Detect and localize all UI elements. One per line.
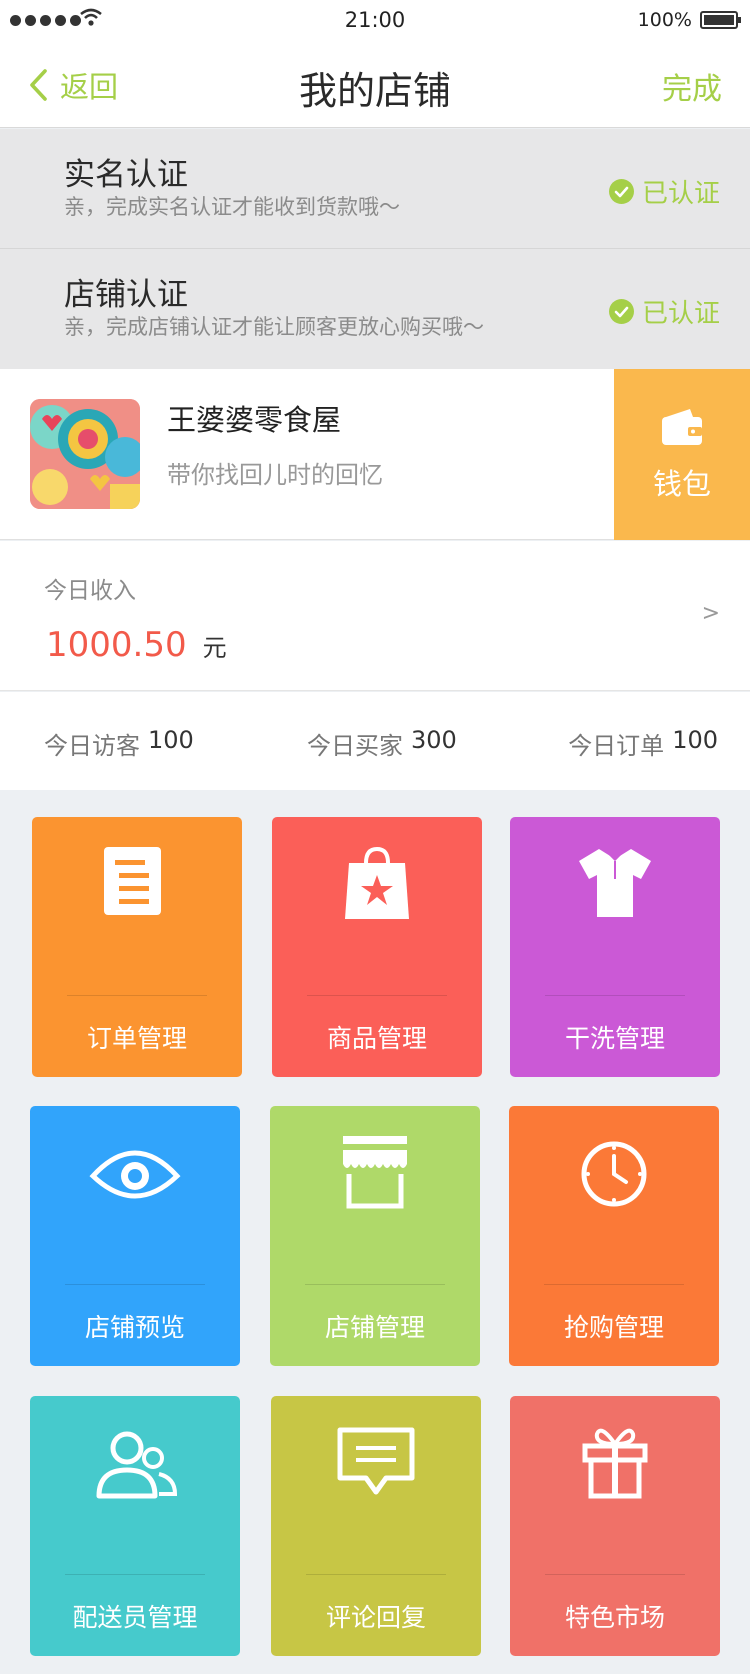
stat-orders: 今日订单 100 [568, 726, 718, 761]
tile-divider [65, 1574, 205, 1575]
tile-shop-management[interactable]: 店铺管理 [270, 1106, 480, 1366]
tile-label: 订单管理 [86, 1024, 187, 1053]
status-bar: 21:00 100% [0, 0, 750, 42]
today-income-row[interactable]: 今日收入 1000.50 元 > [0, 541, 750, 691]
shop-name: 王婆婆零食屋 [167, 403, 342, 437]
income-value: 1000.50 元 [46, 625, 227, 665]
cert-title: 实名认证 [64, 157, 188, 193]
stat-label: 今日买家 [307, 732, 403, 760]
cert-desc: 亲，完成店铺认证才能让顾客更放心购买哦～ [64, 315, 484, 339]
shop-slogan: 带你找回儿时的回忆 [167, 461, 383, 489]
tile-label: 店铺预览 [84, 1313, 185, 1342]
done-button[interactable]: 完成 [662, 64, 722, 108]
tile-specialty-market[interactable]: 特色市场 [510, 1396, 720, 1656]
tile-product-management[interactable]: 商品管理 [272, 817, 482, 1077]
order-list-icon [104, 847, 161, 915]
cert-status: 已认证 [608, 173, 720, 210]
cert-title: 店铺认证 [64, 277, 188, 313]
chevron-left-icon [30, 69, 47, 101]
storefront-icon [343, 1136, 407, 1209]
stat-label: 今日订单 [568, 732, 665, 760]
back-button[interactable]: 返回 [28, 62, 118, 108]
shop-info-card: 王婆婆零食屋 带你找回儿时的回忆 钱包 [0, 369, 750, 540]
tile-divider [307, 995, 447, 996]
tile-divider [305, 1284, 445, 1285]
tile-divider [306, 1574, 446, 1575]
stat-buyers: 今日买家 300 [307, 726, 457, 761]
stat-value: 300 [411, 726, 457, 754]
battery-icon [700, 11, 741, 29]
back-label: 返回 [60, 70, 119, 104]
real-name-certification-row[interactable]: 实名认证 亲，完成实名认证才能收到货款哦～ 已认证 [0, 129, 750, 249]
shop-certification-row[interactable]: 店铺认证 亲，完成店铺认证才能让顾客更放心购买哦～ 已认证 [0, 249, 750, 369]
check-circle-icon [608, 299, 634, 324]
tile-divider [545, 995, 685, 996]
wallet-label: 钱包 [652, 466, 711, 501]
tile-label: 干洗管理 [564, 1024, 665, 1053]
users-icon [96, 1431, 178, 1499]
tile-divider [545, 1574, 685, 1575]
shopping-bag-icon [345, 847, 409, 919]
tile-label: 商品管理 [326, 1024, 427, 1053]
nav-bar: 返回 我的店铺 完成 [0, 42, 750, 128]
tile-divider [544, 1284, 684, 1285]
tile-label: 店铺管理 [324, 1313, 425, 1342]
stat-label: 今日访客 [44, 732, 140, 760]
battery-percent: 100% [637, 9, 692, 31]
stat-value: 100 [672, 726, 718, 754]
cert-status-label: 已认证 [641, 299, 720, 329]
check-circle-icon [608, 179, 634, 204]
eye-icon [89, 1150, 181, 1199]
shop-avatar[interactable] [30, 399, 140, 509]
clock-icon [581, 1141, 647, 1207]
cert-status-label: 已认证 [641, 179, 720, 209]
gift-icon [582, 1428, 648, 1499]
tile-label: 评论回复 [325, 1603, 426, 1632]
cert-desc: 亲，完成实名认证才能收到货款哦～ [64, 195, 400, 219]
tile-dry-cleaning-management[interactable]: 干洗管理 [510, 817, 720, 1077]
tile-divider [67, 995, 207, 996]
tile-review-reply[interactable]: 评论回复 [271, 1396, 481, 1656]
stat-visitors: 今日访客 100 [44, 726, 194, 761]
income-amount: 1000.50 [46, 625, 187, 665]
stat-value: 100 [148, 726, 194, 754]
tile-order-management[interactable]: 订单管理 [32, 817, 242, 1077]
tile-divider [65, 1284, 205, 1285]
tile-label: 配送员管理 [72, 1603, 198, 1632]
wallet-icon [662, 408, 702, 445]
income-unit: 元 [202, 634, 227, 662]
comment-icon [337, 1427, 415, 1495]
cert-status: 已认证 [608, 293, 720, 330]
shirt-icon [579, 849, 651, 917]
today-stats-row: 今日访客 100 今日买家 300 今日订单 100 [0, 692, 750, 790]
tile-shop-preview[interactable]: 店铺预览 [30, 1106, 240, 1366]
tile-label: 特色市场 [564, 1603, 665, 1632]
tile-courier-management[interactable]: 配送员管理 [30, 1396, 240, 1656]
wallet-button[interactable]: 钱包 [614, 369, 750, 540]
tile-flash-sale-management[interactable]: 抢购管理 [509, 1106, 719, 1366]
chevron-right-icon: > [701, 601, 720, 626]
tile-label: 抢购管理 [563, 1313, 664, 1342]
income-label: 今日收入 [44, 578, 136, 604]
